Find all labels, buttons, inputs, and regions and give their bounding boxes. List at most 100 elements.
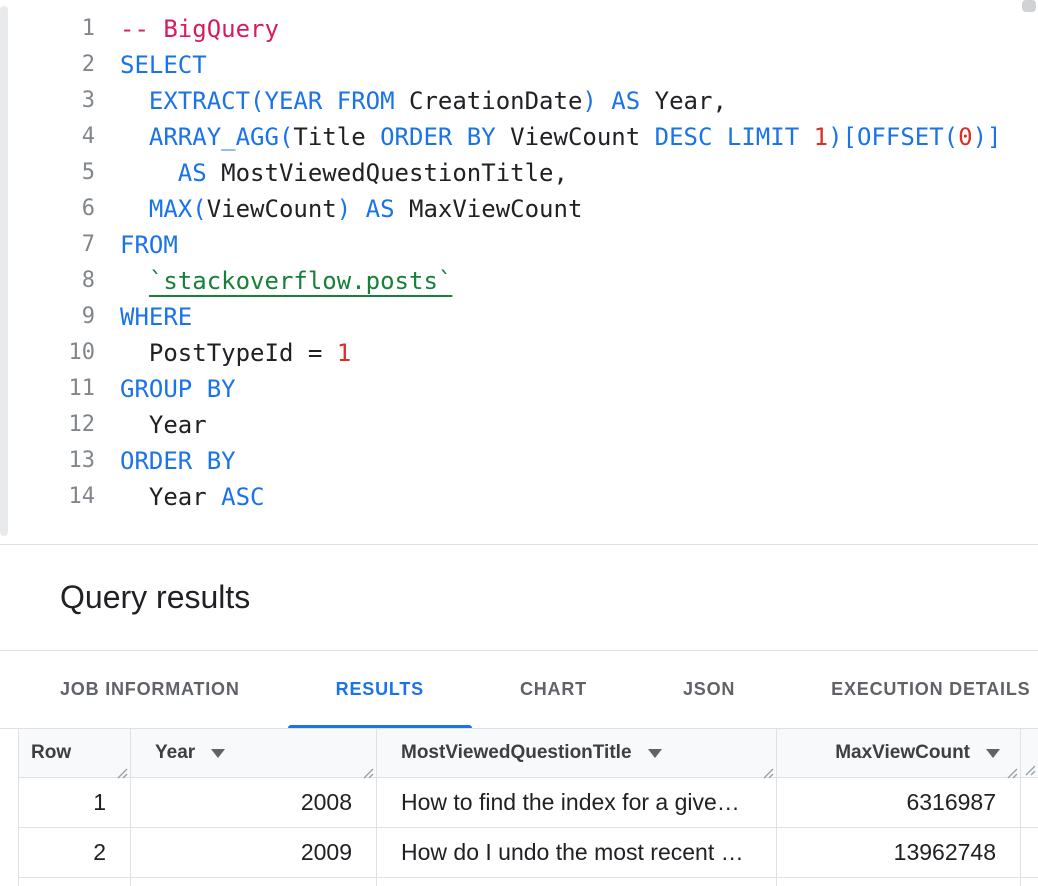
table-cell: 13962748 — [777, 828, 1021, 877]
column-header-maxviewcount[interactable]: MaxViewCount — [777, 729, 1021, 777]
code-token: CreationDate — [409, 87, 582, 115]
code-token: Year, — [655, 87, 727, 115]
code-text[interactable]: WHERE — [95, 299, 192, 335]
code-token — [640, 87, 654, 115]
tab-chart[interactable]: CHART — [472, 651, 635, 728]
code-token — [597, 87, 611, 115]
table-row: 22009How do I undo the most recent …1396… — [19, 828, 1038, 878]
code-text[interactable]: AS MostViewedQuestionTitle, — [95, 155, 568, 191]
code-token: )] — [973, 123, 1002, 151]
code-text[interactable]: -- BigQuery — [95, 11, 279, 47]
column-resize-handle[interactable] — [1005, 763, 1018, 776]
column-header-label: MostViewedQuestionTitle — [401, 742, 632, 764]
code-token — [395, 87, 409, 115]
code-token: Year — [120, 483, 221, 511]
column-resize-handle[interactable] — [361, 763, 374, 776]
table-cell — [777, 878, 1021, 886]
table-cell — [131, 878, 377, 886]
code-text[interactable]: ORDER BY — [95, 443, 236, 479]
tab-job-information[interactable]: JOB INFORMATION — [12, 651, 288, 728]
code-token: ) — [582, 87, 596, 115]
code-token — [640, 123, 654, 151]
code-text[interactable]: MAX(ViewCount) AS MaxViewCount — [95, 191, 582, 227]
code-token: EXTRACT( — [149, 87, 265, 115]
code-token: ORDER BY — [120, 447, 236, 475]
results-tab-bar: JOB INFORMATIONRESULTSCHARTJSONEXECUTION… — [0, 651, 1038, 729]
line-number: 7 — [0, 227, 95, 263]
code-token: ViewCount — [510, 123, 640, 151]
code-line: 8 `stackoverflow.posts` — [0, 263, 1038, 299]
code-token — [366, 123, 380, 151]
column-resize-handle[interactable] — [1023, 763, 1036, 776]
code-token: MostViewedQuestionTitle, — [207, 159, 568, 187]
code-text[interactable]: `stackoverflow.posts` — [95, 263, 452, 299]
code-token: )[ — [828, 123, 857, 151]
line-number: 1 — [0, 11, 95, 47]
code-text[interactable]: FROM — [95, 227, 178, 263]
table-cell: 2 — [19, 828, 131, 877]
sort-arrow-icon[interactable] — [648, 749, 662, 758]
tab-execution-details[interactable]: EXECUTION DETAILS — [783, 651, 1038, 728]
code-token: YEAR — [265, 87, 323, 115]
code-line: 10 PostTypeId = 1 — [0, 335, 1038, 371]
column-header-mostviewedquestiontitle[interactable]: MostViewedQuestionTitle — [377, 729, 777, 777]
code-token: MaxViewCount — [395, 195, 583, 223]
code-line: 1 -- BigQuery — [0, 11, 1038, 47]
table-header-stub — [1021, 729, 1038, 777]
code-token: FROM — [337, 87, 395, 115]
code-lines: 1-- BigQuery2SELECT3 EXTRACT(YEAR FROM C… — [0, 11, 1038, 515]
code-token: OFFSET( — [857, 123, 958, 151]
table-cell — [19, 878, 131, 886]
code-token: ASC — [221, 483, 264, 511]
code-token: ViewCount — [207, 195, 337, 223]
code-text[interactable]: Year — [95, 407, 207, 443]
code-token — [712, 123, 726, 151]
code-token: ARRAY_AGG( — [149, 123, 294, 151]
code-text[interactable]: Year ASC — [95, 479, 265, 515]
table-body: 12008How to find the index for a give…63… — [19, 778, 1038, 886]
tab-json[interactable]: JSON — [635, 651, 783, 728]
code-token: AS — [611, 87, 640, 115]
table-reference-link[interactable]: `stackoverflow.posts` — [149, 267, 452, 295]
code-token: ) — [337, 195, 351, 223]
line-number: 12 — [0, 407, 95, 443]
left-scrollbar[interactable] — [0, 6, 8, 536]
line-number: 4 — [0, 119, 95, 155]
code-line: 4 ARRAY_AGG(Title ORDER BY ViewCount DES… — [0, 119, 1038, 155]
table-cell — [377, 878, 777, 886]
code-token — [799, 123, 813, 151]
code-token — [120, 195, 149, 223]
code-token — [120, 123, 149, 151]
code-text[interactable]: EXTRACT(YEAR FROM CreationDate) AS Year, — [95, 83, 727, 119]
code-token: FROM — [120, 231, 178, 259]
code-token: 1 — [814, 123, 828, 151]
column-resize-handle[interactable] — [115, 763, 128, 776]
code-line: 2SELECT — [0, 47, 1038, 83]
code-line: 7 FROM — [0, 227, 1038, 263]
table-cell: 1 — [19, 778, 131, 827]
line-number: 6 — [0, 191, 95, 227]
line-number: 8 — [0, 263, 95, 299]
table-header-row: RowYear MostViewedQuestionTitle MaxViewCou… — [19, 729, 1038, 778]
query-results-title: Query results — [60, 579, 250, 616]
tab-results[interactable]: RESULTS — [288, 651, 472, 728]
code-text[interactable]: PostTypeId = 1 — [95, 335, 351, 371]
code-token: LIMIT — [727, 123, 799, 151]
table-cell: 6316987 — [777, 778, 1021, 827]
column-header-row[interactable]: Row — [19, 729, 131, 777]
editor-vertical-scrollbar-thumb[interactable] — [1022, 0, 1036, 12]
column-header-year[interactable]: Year — [131, 729, 377, 777]
table-cell: 2008 — [131, 778, 377, 827]
code-text[interactable]: GROUP BY — [95, 371, 236, 407]
code-token: -- BigQuery — [120, 15, 279, 43]
query-results-panel-header: Query results — [0, 545, 1038, 651]
code-line: 5 AS MostViewedQuestionTitle, — [0, 155, 1038, 191]
code-text[interactable]: SELECT — [95, 47, 207, 83]
table-cell-stub — [1021, 828, 1038, 877]
code-text[interactable]: ARRAY_AGG(Title ORDER BY ViewCount DESC … — [95, 119, 1001, 155]
line-number: 5 — [0, 155, 95, 191]
sql-editor[interactable]: 1-- BigQuery2SELECT3 EXTRACT(YEAR FROM C… — [0, 0, 1038, 545]
column-resize-handle[interactable] — [761, 763, 774, 776]
sort-arrow-icon[interactable] — [211, 749, 225, 758]
sort-arrow-icon[interactable] — [986, 749, 1000, 758]
